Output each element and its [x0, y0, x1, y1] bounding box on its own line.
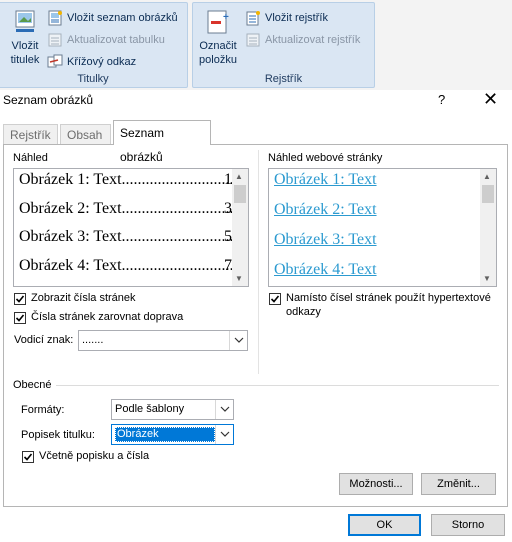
caption-label-select[interactable]: Obrázek	[111, 424, 234, 445]
preview-entry-leader: ............................	[121, 257, 234, 274]
insert-caption-button[interactable]: Vložit titulek	[5, 7, 45, 71]
scroll-up-icon[interactable]: ▲	[235, 172, 243, 181]
options-button[interactable]: Možnosti...	[339, 473, 413, 495]
print-preview-scrollbar[interactable]: ▲ ▼	[232, 169, 248, 286]
dialog-title: Seznam obrázků	[3, 93, 94, 107]
web-preview-scrollbar[interactable]: ▲ ▼	[480, 169, 496, 286]
print-preview-line: Obrázek 1: Text.........................…	[19, 171, 234, 189]
use-hyperlinks-checkbox[interactable]	[269, 293, 281, 305]
right-align-checkbox[interactable]	[14, 312, 26, 324]
chevron-down-icon[interactable]	[229, 331, 247, 350]
preview-entry-page: 7	[224, 257, 232, 274]
formats-value: Podle šablony	[115, 403, 185, 415]
insert-index-icon	[245, 10, 261, 26]
print-preview-label: Náhled	[13, 152, 48, 164]
print-preview-line: Obrázek 3: Text.........................…	[19, 228, 234, 246]
update-index-icon	[245, 32, 261, 48]
use-hyperlinks-label-1[interactable]: Namísto čísel stránek použít hypertextov…	[286, 292, 491, 304]
scroll-up-icon[interactable]: ▲	[483, 172, 491, 181]
web-preview-link[interactable]: Obrázek 1: Text	[274, 171, 377, 189]
include-label-checkbox[interactable]	[22, 451, 34, 463]
print-preview-line: Obrázek 2: Text.........................…	[19, 200, 234, 218]
chevron-down-icon[interactable]	[215, 400, 233, 419]
preview-entry-text: Obrázek 4: Text	[19, 257, 122, 274]
cross-reference-label: Křížový odkaz	[67, 56, 137, 68]
preview-entry-text: Obrázek 3: Text	[19, 228, 122, 245]
group-label-rejstrik: Rejstřík	[264, 73, 303, 85]
ribbon-group-titulky: Vložit titulek Vložit seznam obrázků Akt…	[0, 2, 188, 88]
checkmark-icon	[23, 453, 33, 461]
insert-index-label: Vložit rejstřík	[265, 12, 328, 24]
general-divider	[56, 385, 499, 386]
web-preview-label: Náhled webové stránky	[268, 152, 383, 164]
preview-entry-leader: ............................	[121, 171, 234, 188]
tab-leader-value: .......	[82, 334, 104, 346]
print-preview-line: Obrázek 4: Text.........................…	[19, 257, 234, 275]
close-icon[interactable]: ✕	[483, 89, 498, 110]
scroll-down-icon[interactable]: ▼	[235, 274, 243, 283]
show-page-numbers-label[interactable]: Zobrazit čísla stránek	[31, 292, 136, 304]
update-table-icon	[47, 32, 63, 48]
mark-entry-button[interactable]: + Označit položku	[198, 7, 238, 71]
cancel-button[interactable]: Storno	[431, 514, 505, 536]
scroll-thumb[interactable]	[234, 185, 246, 203]
modify-button[interactable]: Změnit...	[421, 473, 496, 495]
ribbon: Vložit titulek Vložit seznam obrázků Akt…	[0, 0, 512, 90]
ribbon-group-rejstrik: + Označit položku Vložit rejstřík Aktual…	[192, 2, 375, 88]
insert-caption-label-2: titulek	[10, 54, 40, 66]
preview-entry-text: Obrázek 2: Text	[19, 200, 122, 217]
print-preview-box: Obrázek 1: Text.........................…	[13, 168, 249, 287]
checkmark-icon	[15, 314, 25, 322]
mark-entry-label-2: položku	[199, 54, 237, 66]
formats-select[interactable]: Podle šablony	[111, 399, 234, 420]
right-align-label[interactable]: Čísla stránek zarovnat doprava	[31, 311, 183, 323]
web-preview-link[interactable]: Obrázek 3: Text	[274, 231, 377, 249]
tab-leader-select[interactable]: .......	[78, 330, 248, 351]
web-preview-link[interactable]: Obrázek 2: Text	[274, 201, 377, 219]
insert-caption-label-1: Vložit	[11, 40, 39, 52]
use-hyperlinks-label-2[interactable]: odkazy	[286, 306, 321, 318]
insert-table-of-figures-label: Vložit seznam obrázků	[67, 12, 178, 24]
preview-entry-page: 5	[224, 228, 232, 245]
show-page-numbers-checkbox[interactable]	[14, 293, 26, 305]
mark-entry-label-1: Označit	[199, 40, 237, 52]
tab-contents[interactable]: Obsah	[60, 124, 111, 144]
checkmark-icon	[270, 295, 280, 303]
formats-label: Formáty:	[21, 404, 65, 416]
group-label-titulky: Titulky	[77, 73, 109, 85]
preview-entry-page: 3	[224, 200, 232, 217]
caption-label-label: Popisek titulku:	[21, 429, 95, 441]
tab-table-of-figures[interactable]: Seznam obrázků	[113, 120, 211, 164]
caption-label-value: Obrázek	[115, 427, 215, 442]
table-of-figures-icon	[47, 10, 63, 26]
preview-entry-text: Obrázek 1: Text	[19, 171, 122, 188]
scroll-thumb[interactable]	[482, 185, 494, 203]
update-table-label: Aktualizovat tabulku	[67, 34, 165, 46]
mark-entry-icon: +	[205, 9, 231, 37]
preview-entry-leader: ............................	[121, 200, 234, 217]
preview-entry-page: 1	[224, 171, 232, 188]
insert-caption-icon	[12, 9, 38, 37]
help-button[interactable]: ?	[438, 92, 445, 107]
update-index-label: Aktualizovat rejstřík	[265, 34, 361, 46]
cross-reference-icon	[47, 54, 63, 70]
svg-text:+: +	[223, 12, 229, 23]
tab-index[interactable]: Rejstřík	[3, 124, 58, 144]
scroll-down-icon[interactable]: ▼	[483, 274, 491, 283]
preview-entry-leader: ............................	[121, 228, 234, 245]
web-preview-link[interactable]: Obrázek 4: Text	[274, 261, 377, 279]
chevron-down-icon[interactable]	[215, 425, 233, 444]
general-section-label: Obecné	[13, 379, 52, 391]
tab-leader-label: Vodicí znak:	[14, 334, 74, 346]
include-label-label[interactable]: Včetně popisku a čísla	[39, 450, 149, 462]
ok-button[interactable]: OK	[348, 514, 421, 536]
vertical-divider	[258, 150, 259, 374]
checkmark-icon	[15, 295, 25, 303]
web-preview-box: Obrázek 1: Text Obrázek 2: Text Obrázek …	[268, 168, 497, 287]
